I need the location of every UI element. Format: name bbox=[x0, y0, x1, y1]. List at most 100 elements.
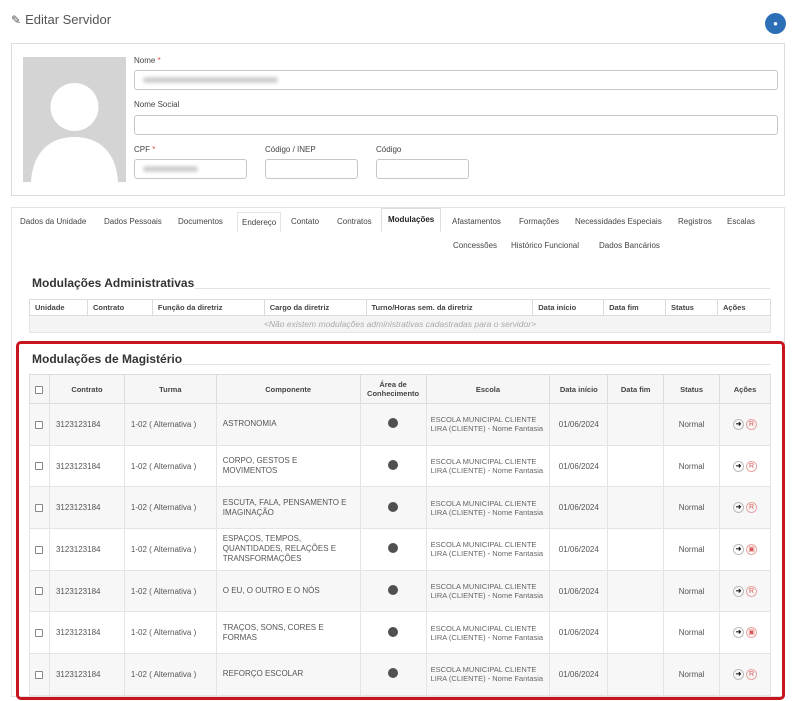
area-cell bbox=[359, 444, 427, 488]
escola-cell: ESCOLA MUNICIPAL CLIENTE LIRA (CLIENTE) … bbox=[425, 611, 551, 655]
select-all-checkbox[interactable] bbox=[35, 385, 44, 394]
area-indicator-icon bbox=[388, 418, 399, 429]
table-row[interactable]: 3123123184 1-02 ( Alternativa ) CORPO, G… bbox=[29, 444, 771, 488]
acoes-cell: ➜ ▣ bbox=[719, 611, 771, 655]
forward-arrow-icon[interactable]: ➜ bbox=[733, 460, 745, 472]
user-icon: ● bbox=[773, 19, 778, 28]
trash-icon[interactable]: ▣ bbox=[746, 543, 758, 555]
table-row[interactable]: 3123123184 1-02 ( Alternativa ) O EU, O … bbox=[29, 569, 771, 613]
contrato-cell: 3123123184 bbox=[48, 486, 125, 530]
turma-cell: 1-02 ( Alternativa ) bbox=[123, 569, 217, 613]
mag-col-contrato[interactable]: Contrato bbox=[48, 374, 125, 404]
admin-col-data-inicio[interactable]: Data início bbox=[532, 299, 605, 316]
cpf-input[interactable] bbox=[134, 159, 247, 179]
mag-col-status[interactable]: Status bbox=[663, 374, 721, 404]
row-checkbox[interactable] bbox=[35, 504, 44, 513]
table-row[interactable]: 3123123184 1-02 ( Alternativa ) REFORÇO … bbox=[29, 653, 771, 696]
contrato-cell: 3123123184 bbox=[48, 528, 125, 571]
mag-col-escola[interactable]: Escola bbox=[425, 374, 551, 404]
table-row[interactable]: 3123123184 1-02 ( Alternativa ) ASTRONOM… bbox=[29, 403, 771, 446]
forward-arrow-icon[interactable]: ➜ bbox=[733, 585, 745, 597]
row-checkbox[interactable] bbox=[35, 420, 44, 429]
admin-col-status[interactable]: Status bbox=[665, 299, 718, 316]
mag-col-acoes: Ações bbox=[719, 374, 771, 404]
data-fim-cell bbox=[607, 486, 665, 530]
admin-col-unidade[interactable]: Unidade bbox=[29, 299, 88, 316]
escola-cell: ESCOLA MUNICIPAL CLIENTE LIRA (CLIENTE) … bbox=[425, 403, 551, 446]
profile-photo[interactable] bbox=[23, 57, 126, 182]
data-inicio-cell: 01/06/2024 bbox=[549, 611, 609, 655]
admin-col-cargo[interactable]: Cargo da diretriz bbox=[263, 299, 367, 316]
table-row[interactable]: 3123123184 1-02 ( Alternativa ) ESPAÇOS,… bbox=[29, 528, 771, 571]
remove-icon[interactable]: R bbox=[746, 502, 758, 514]
admin-header-row: Unidade Contrato Função da diretriz Carg… bbox=[29, 299, 771, 316]
inep-input[interactable] bbox=[265, 159, 358, 179]
contrato-cell: 3123123184 bbox=[48, 611, 125, 655]
tab-historico-funcional[interactable]: Histórico Funcional bbox=[511, 241, 579, 250]
turma-cell: 1-02 ( Alternativa ) bbox=[123, 528, 217, 571]
admin-col-turno[interactable]: Turno/Horas sem. da diretriz bbox=[365, 299, 534, 316]
status-cell: Normal bbox=[663, 611, 721, 655]
forward-arrow-icon[interactable]: ➜ bbox=[733, 627, 745, 639]
area-cell bbox=[359, 611, 427, 655]
trash-icon[interactable]: ▣ bbox=[746, 627, 758, 639]
row-checkbox[interactable] bbox=[35, 545, 44, 554]
remove-icon[interactable]: R bbox=[746, 460, 758, 472]
data-inicio-cell: 01/06/2024 bbox=[549, 569, 609, 613]
tab-documentos[interactable]: Documentos bbox=[178, 217, 223, 226]
escola-cell: ESCOLA MUNICIPAL CLIENTE LIRA (CLIENTE) … bbox=[425, 569, 551, 613]
tab-registros[interactable]: Registros bbox=[678, 217, 712, 226]
mag-col-area[interactable]: Área de Conhecimento bbox=[359, 374, 427, 404]
magisterio-section-title: Modulações de Magistério bbox=[32, 352, 183, 366]
turma-cell: 1-02 ( Alternativa ) bbox=[123, 486, 217, 530]
mag-col-componente[interactable]: Componente bbox=[215, 374, 361, 404]
tab-concessoes[interactable]: Concessões bbox=[453, 241, 497, 250]
data-fim-cell bbox=[607, 444, 665, 488]
remove-icon[interactable]: R bbox=[746, 418, 758, 430]
tab-endereco[interactable]: Endereço bbox=[237, 212, 282, 232]
row-checkbox[interactable] bbox=[35, 587, 44, 596]
forward-arrow-icon[interactable]: ➜ bbox=[733, 668, 745, 680]
tab-formacoes[interactable]: Formações bbox=[519, 217, 559, 226]
row-checkbox[interactable] bbox=[35, 670, 44, 679]
row-checkbox[interactable] bbox=[35, 629, 44, 638]
tab-afastamentos[interactable]: Afastamentos bbox=[452, 217, 501, 226]
nome-social-input[interactable] bbox=[134, 115, 778, 135]
mag-col-data-fim[interactable]: Data fim bbox=[607, 374, 665, 404]
tab-modulacoes[interactable]: Modulações bbox=[381, 208, 442, 232]
nome-input[interactable] bbox=[134, 70, 778, 90]
forward-arrow-icon[interactable]: ➜ bbox=[733, 418, 745, 430]
tab-dados-unidade[interactable]: Dados da Unidade bbox=[20, 217, 86, 226]
forward-arrow-icon[interactable]: ➜ bbox=[733, 502, 745, 514]
escola-cell: ESCOLA MUNICIPAL CLIENTE LIRA (CLIENTE) … bbox=[425, 486, 551, 530]
remove-icon[interactable]: R bbox=[746, 585, 758, 597]
admin-col-contrato[interactable]: Contrato bbox=[86, 299, 153, 316]
admin-col-data-fim[interactable]: Data fim bbox=[603, 299, 667, 316]
admin-empty-message: <Não existem modulações administrativas … bbox=[29, 315, 771, 333]
admin-col-funcao[interactable]: Função da diretriz bbox=[151, 299, 265, 316]
tab-contato[interactable]: Contato bbox=[291, 217, 319, 226]
admin-col-acoes: Ações bbox=[717, 299, 771, 316]
magisterio-table: Contrato Turma Componente Área de Conhec… bbox=[29, 374, 771, 696]
escola-cell: ESCOLA MUNICIPAL CLIENTE LIRA (CLIENTE) … bbox=[425, 444, 551, 488]
user-menu-button[interactable]: ● bbox=[765, 13, 786, 34]
mag-col-data-inicio[interactable]: Data início bbox=[549, 374, 609, 404]
table-row[interactable]: 3123123184 1-02 ( Alternativa ) ESCUTA, … bbox=[29, 486, 771, 530]
edit-icon: ✎ bbox=[11, 12, 22, 27]
tab-dados-pessoais[interactable]: Dados Pessoais bbox=[104, 217, 162, 226]
forward-arrow-icon[interactable]: ➜ bbox=[733, 543, 745, 555]
tab-contratos[interactable]: Contratos bbox=[337, 217, 372, 226]
codigo-input[interactable] bbox=[376, 159, 469, 179]
table-row[interactable]: 3123123184 1-02 ( Alternativa ) TRAÇOS, … bbox=[29, 611, 771, 655]
tab-necessidades-especiais[interactable]: Necessidades Especiais bbox=[575, 217, 662, 226]
tab-escalas[interactable]: Escalas bbox=[727, 217, 755, 226]
remove-icon[interactable]: R bbox=[746, 668, 758, 680]
status-cell: Normal bbox=[663, 569, 721, 613]
tab-dados-bancarios[interactable]: Dados Bancários bbox=[599, 241, 660, 250]
row-checkbox[interactable] bbox=[35, 462, 44, 471]
data-fim-cell bbox=[607, 403, 665, 446]
magisterio-section-divider bbox=[180, 364, 770, 365]
data-fim-cell bbox=[607, 528, 665, 571]
mag-col-turma[interactable]: Turma bbox=[123, 374, 217, 404]
status-cell: Normal bbox=[663, 653, 721, 696]
